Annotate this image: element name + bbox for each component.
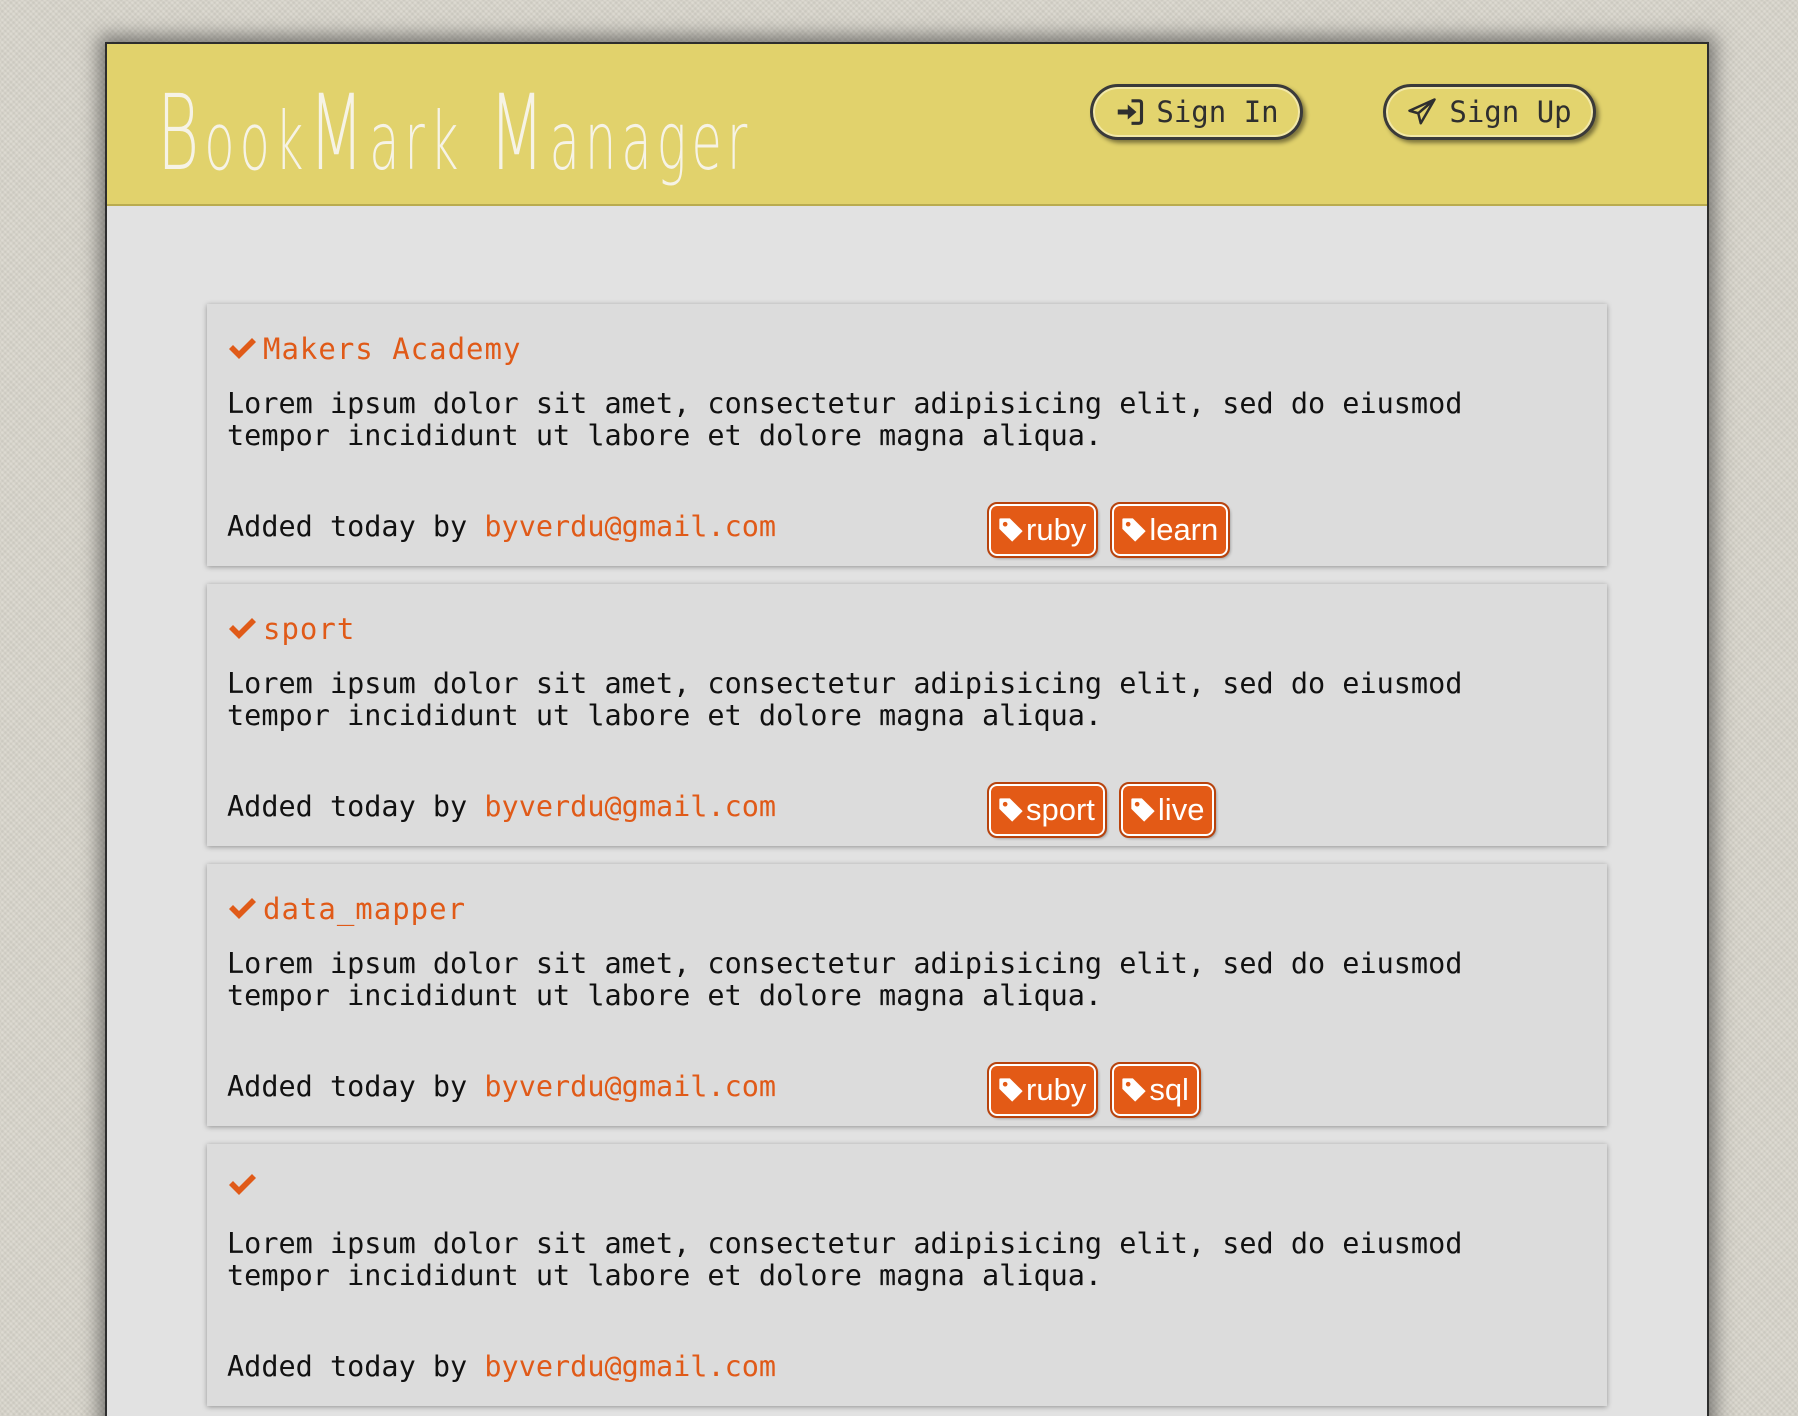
bookmark-meta: Added today by byverdu@gmail.com <box>227 790 776 823</box>
tag-label: sql <box>1149 1072 1189 1107</box>
tag-button[interactable]: sql <box>1110 1062 1201 1118</box>
site-logo: BookMark Manager <box>157 72 753 194</box>
tag-label: ruby <box>1026 1072 1087 1107</box>
bookmark-title: Makers Academy <box>263 332 522 366</box>
bookmark-meta: Added today by byverdu@gmail.com <box>227 1070 776 1103</box>
tag-icon <box>999 518 1023 542</box>
tag-icon <box>999 798 1023 822</box>
check-icon <box>229 618 256 639</box>
bookmark-title: sport <box>263 612 356 646</box>
bookmark-list: Makers Academy Lorem ipsum dolor sit ame… <box>207 304 1607 1416</box>
tag-button[interactable]: ruby <box>986 1062 1099 1118</box>
tag-icon <box>1122 518 1146 542</box>
sign-up-button[interactable]: Sign Up <box>1383 84 1596 140</box>
tag-label: sport <box>1026 792 1095 827</box>
bookmark-description: Lorem ipsum dolor sit amet, consectetur … <box>227 667 1463 732</box>
sign-in-icon <box>1118 99 1144 125</box>
tag-icon <box>999 1078 1023 1102</box>
bookmark-meta: Added today by byverdu@gmail.com <box>227 1350 776 1383</box>
bookmark-title-link[interactable]: sport <box>227 612 355 646</box>
author-email-link[interactable]: byverdu@gmail.com <box>484 790 776 823</box>
bookmark-description: Lorem ipsum dolor sit amet, consectetur … <box>227 947 1463 1012</box>
added-by-label: Added today by <box>227 790 485 823</box>
added-by-label: Added today by <box>227 1350 485 1383</box>
app-window: BookMark Manager Sign In Sign Up Makers … <box>105 42 1709 1416</box>
tag-list: ruby learn <box>986 502 1231 558</box>
header: BookMark Manager Sign In Sign Up <box>107 44 1707 206</box>
author-email-link[interactable]: byverdu@gmail.com <box>484 1070 776 1103</box>
check-icon <box>229 338 256 359</box>
sign-up-label: Sign Up <box>1449 95 1572 129</box>
bookmark-card: data_mapper Lorem ipsum dolor sit amet, … <box>207 864 1607 1126</box>
bookmark-title-link[interactable]: Makers Academy <box>227 332 521 366</box>
tag-button[interactable]: learn <box>1110 502 1231 558</box>
bookmark-description: Lorem ipsum dolor sit amet, consectetur … <box>227 1227 1463 1292</box>
tag-label: live <box>1157 792 1205 827</box>
bookmark-card: sport Lorem ipsum dolor sit amet, consec… <box>207 584 1607 846</box>
author-email-link[interactable]: byverdu@gmail.com <box>484 1350 776 1383</box>
bookmark-card: Makers Academy Lorem ipsum dolor sit ame… <box>207 304 1607 566</box>
tag-button[interactable]: ruby <box>986 502 1099 558</box>
bookmark-meta: Added today by byverdu@gmail.com <box>227 510 776 543</box>
author-email-link[interactable]: byverdu@gmail.com <box>484 510 776 543</box>
tag-button[interactable]: sport <box>987 782 1107 838</box>
tag-label: learn <box>1149 512 1219 547</box>
bookmark-title-link[interactable] <box>227 1172 263 1198</box>
bookmark-card: Lorem ipsum dolor sit amet, consectetur … <box>207 1144 1607 1406</box>
tag-list: sport live <box>987 782 1217 838</box>
added-by-label: Added today by <box>227 510 485 543</box>
added-by-label: Added today by <box>227 1070 485 1103</box>
paper-plane-icon <box>1408 98 1437 125</box>
check-icon <box>229 898 256 919</box>
bookmark-description: Lorem ipsum dolor sit amet, consectetur … <box>227 387 1463 452</box>
tag-icon <box>1122 1078 1146 1102</box>
sign-in-button[interactable]: Sign In <box>1090 84 1303 140</box>
sign-in-label: Sign In <box>1156 95 1279 129</box>
tag-icon <box>1131 798 1155 822</box>
tag-button[interactable]: live <box>1118 782 1217 838</box>
bookmark-title-link[interactable]: data_mapper <box>227 892 466 926</box>
bookmark-title: data_mapper <box>263 892 467 926</box>
tag-label: ruby <box>1026 512 1087 547</box>
check-icon <box>229 1174 256 1195</box>
tag-list: ruby sql <box>986 1062 1201 1118</box>
